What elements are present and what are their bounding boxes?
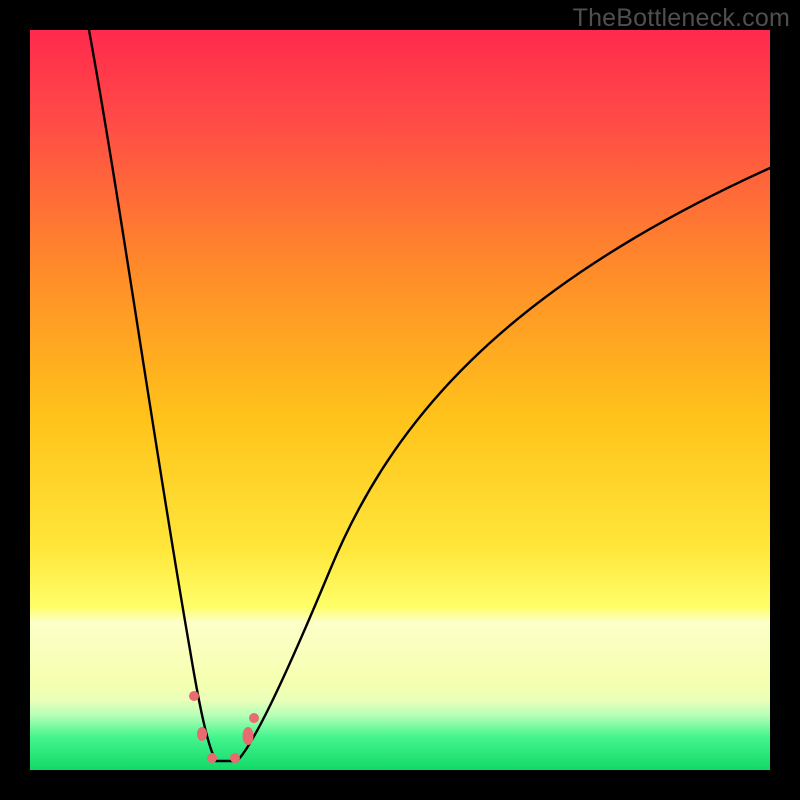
dot — [197, 727, 207, 741]
dot — [189, 691, 199, 701]
dot — [243, 727, 254, 745]
dot — [207, 753, 217, 763]
chart-svg — [30, 30, 770, 770]
gradient-background — [30, 30, 770, 770]
plot-area — [30, 30, 770, 770]
watermark-text: TheBottleneck.com — [573, 4, 790, 33]
dot — [249, 713, 259, 723]
dot — [230, 753, 240, 763]
chart-frame: TheBottleneck.com — [0, 0, 800, 800]
